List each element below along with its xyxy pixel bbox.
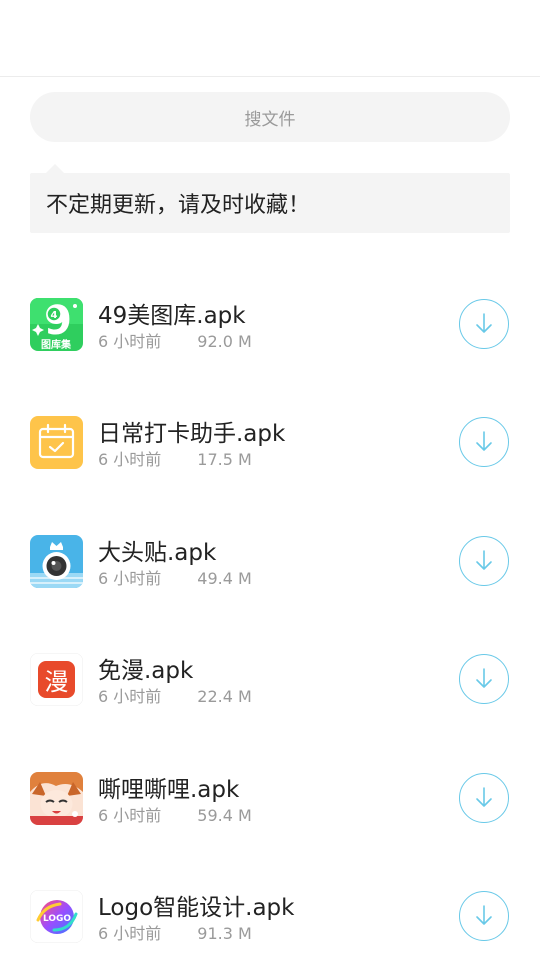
manga-char: 漫 xyxy=(45,668,69,696)
manga-icon: 漫 xyxy=(30,653,83,707)
download-arrow-icon xyxy=(476,431,492,452)
file-row[interactable]: 9 4 图库集 49美图库.apk 6 小时前 92.0 M xyxy=(0,266,540,384)
download-arrow-icon xyxy=(476,905,492,925)
file-meta: 6 小时前 49.4 M xyxy=(98,565,252,589)
file-time: 6 小时前 xyxy=(98,568,162,588)
download-arrow-icon xyxy=(476,313,492,333)
file-meta: 6 小时前 91.3 M xyxy=(98,920,252,944)
file-name: 日常打卡助手.apk xyxy=(98,421,286,448)
file-row[interactable]: 大头贴.apk 6 小时前 49.4 M xyxy=(0,503,540,621)
file-meta: 6 小时前 59.4 M xyxy=(98,802,252,826)
search-placeholder: 搜文件 xyxy=(244,109,296,130)
file-row[interactable]: 漫 免漫.apk 6 小时前 22.4 M xyxy=(0,621,540,739)
file-time: 6 小时前 xyxy=(98,332,162,351)
file-size: 59.4 M xyxy=(197,805,252,825)
file-time: 6 小时前 xyxy=(98,450,162,470)
anime-character-icon xyxy=(30,771,83,825)
notice-bubble: 不定期更新，请及时收藏！ xyxy=(30,164,510,233)
download-button[interactable] xyxy=(459,890,509,941)
download-button[interactable] xyxy=(459,772,509,823)
file-size: 92.0 M xyxy=(197,332,252,351)
search-field[interactable]: 搜文件 xyxy=(30,92,510,142)
file-meta: 6 小时前 17.5 M xyxy=(98,446,252,470)
download-arrow-icon xyxy=(476,668,492,688)
gallery-icon: 9 4 图库集 xyxy=(30,298,83,351)
file-row[interactable]: LOGO Logo智能设计.apk 6 小时前 91.3 M xyxy=(0,858,540,960)
file-time: 6 小时前 xyxy=(98,923,162,943)
file-size: 17.5 M xyxy=(197,450,252,470)
file-list-screen: 搜文件 不定期更新，请及时收藏！ 9 4 图库集 49美图库.apk 6 小时前… xyxy=(0,0,540,960)
file-meta: 6 小时前 92.0 M xyxy=(98,328,252,352)
download-button[interactable] xyxy=(459,654,509,705)
file-size: 49.4 M xyxy=(197,568,252,588)
file-row[interactable]: 日常打卡助手.apk 6 小时前 17.5 M xyxy=(0,384,540,502)
download-button[interactable] xyxy=(459,299,509,349)
file-row[interactable]: 嘶哩嘶哩.apk 6 小时前 59.4 M xyxy=(0,740,540,858)
notice-text: 不定期更新，请及时收藏！ xyxy=(46,193,311,218)
download-arrow-icon xyxy=(476,786,492,807)
file-name: 49美图库.apk xyxy=(98,303,246,329)
download-button[interactable] xyxy=(459,535,509,586)
logo-design-icon: LOGO xyxy=(30,889,83,943)
calendar-check-icon xyxy=(30,416,83,470)
gallery-digit: 9 xyxy=(44,298,72,344)
download-arrow-icon xyxy=(476,549,492,570)
camera-icon xyxy=(30,534,83,588)
file-meta: 6 小时前 22.4 M xyxy=(98,683,252,707)
file-name: 嘶哩嘶哩.apk xyxy=(98,776,240,803)
download-button[interactable] xyxy=(459,417,509,468)
gallery-caption: 图库集 xyxy=(41,338,72,351)
file-time: 6 小时前 xyxy=(98,687,162,707)
top-bar xyxy=(0,0,540,77)
file-list: 9 4 图库集 49美图库.apk 6 小时前 92.0 M 日常打卡助手.ap… xyxy=(0,266,540,960)
file-name: 免漫.apk xyxy=(98,658,194,685)
file-time: 6 小时前 xyxy=(98,805,162,825)
logo-word: LOGO xyxy=(43,914,71,924)
file-name: Logo智能设计.apk xyxy=(98,894,295,921)
gallery-sub: 4 xyxy=(51,310,58,321)
file-size: 22.4 M xyxy=(197,687,252,707)
file-name: 大头贴.apk xyxy=(98,539,217,566)
file-size: 91.3 M xyxy=(197,923,252,943)
